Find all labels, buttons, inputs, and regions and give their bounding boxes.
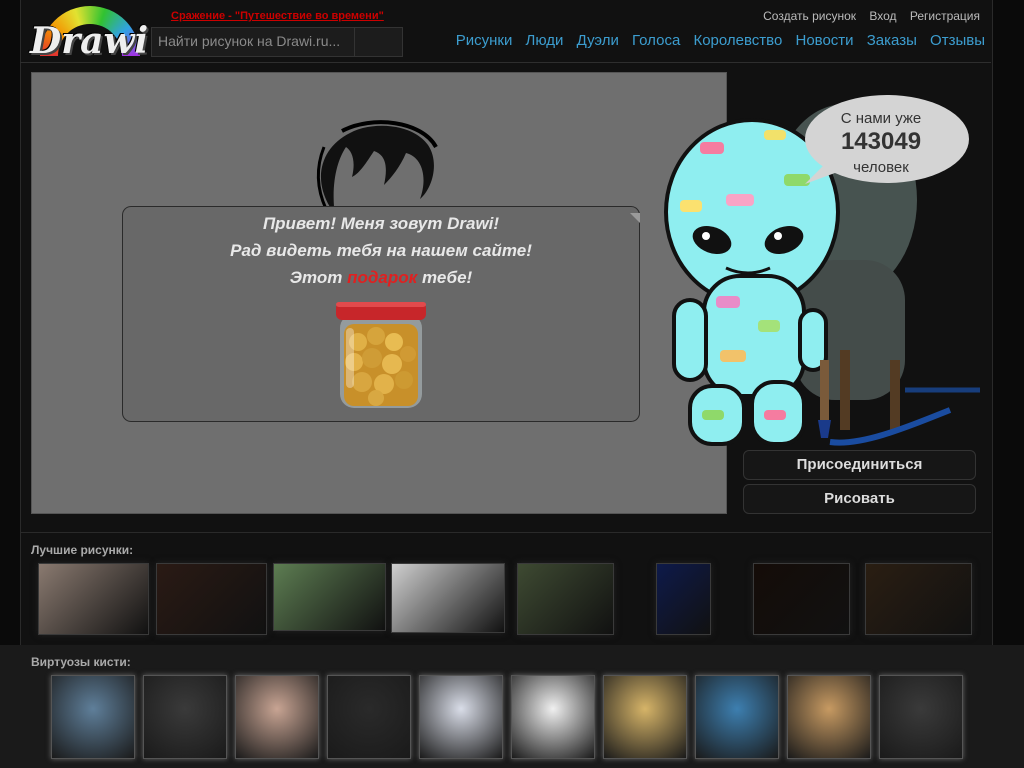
- virtuosos-title: Виртуозы кисти:: [31, 655, 131, 669]
- nav-kingdom[interactable]: Королевство: [693, 32, 782, 49]
- header-divider: [20, 62, 991, 63]
- best-drawing-girl-pencil-sketch[interactable]: [391, 563, 505, 633]
- user-count: 143049: [840, 128, 922, 155]
- coin-jar-icon[interactable]: [332, 298, 430, 414]
- virtuoso-avatar-blonde-girl[interactable]: [603, 675, 687, 759]
- best-drawing-gazebo-park[interactable]: [273, 563, 386, 631]
- virtuoso-avatar-bw-blonde[interactable]: [879, 675, 963, 759]
- best-drawings-title: Лучшие рисунки:: [31, 543, 134, 557]
- join-button[interactable]: Присоединиться: [743, 450, 976, 480]
- page: Drawi Сражение - "Путешествие во времени…: [0, 0, 1024, 768]
- virtuoso-avatar-anime-guy[interactable]: [143, 675, 227, 759]
- site-logo[interactable]: Drawi: [28, 6, 148, 62]
- counter-prefix: С нами уже: [840, 110, 922, 127]
- search-button[interactable]: [354, 28, 403, 56]
- drawing-stage: Привет! Меня зовут Drawi! Рад видеть теб…: [31, 72, 727, 514]
- best-drawing-forest-scene[interactable]: [517, 563, 614, 635]
- virtuoso-avatar-seaside-man[interactable]: [695, 675, 779, 759]
- nav-news[interactable]: Новости: [795, 32, 853, 49]
- search-box: [151, 27, 403, 57]
- logo-text: Drawi: [30, 20, 149, 62]
- virtuoso-avatar-flower-girl[interactable]: [787, 675, 871, 759]
- welcome-line-2: Рад видеть тебя на нашем сайте!: [230, 241, 532, 260]
- welcome-speech-bubble: Привет! Меня зовут Drawi! Рад видеть теб…: [122, 206, 640, 422]
- virtuoso-avatar-cosplay-girls[interactable]: [419, 675, 503, 759]
- promo-battle-link[interactable]: Сражение - "Путешествие во времени": [171, 10, 384, 22]
- virtuoso-avatar-man-in-hat[interactable]: [51, 675, 135, 759]
- register-link[interactable]: Регистрация: [910, 9, 980, 23]
- virtuoso-avatar-girl-with-dog[interactable]: [235, 675, 319, 759]
- nav-reviews[interactable]: Отзывы: [930, 32, 985, 49]
- welcome-line-1: Привет! Меня зовут Drawi!: [262, 214, 500, 233]
- draw-button[interactable]: Рисовать: [743, 484, 976, 514]
- section-divider: [20, 532, 991, 533]
- best-drawing-night-moon[interactable]: [656, 563, 711, 635]
- nav-people[interactable]: Люди: [526, 32, 564, 49]
- best-drawing-night-city[interactable]: [865, 563, 972, 635]
- hair-scribble-icon: [316, 120, 438, 210]
- gift-link[interactable]: подарок: [347, 268, 417, 287]
- main-nav: Рисунки Люди Дуэли Голоса Королевство Но…: [447, 32, 985, 49]
- nav-duels[interactable]: Дуэли: [577, 32, 619, 49]
- virtuoso-avatar-bw-girl[interactable]: [327, 675, 411, 759]
- best-drawing-fox[interactable]: [753, 563, 850, 635]
- login-link[interactable]: Вход: [869, 9, 896, 23]
- counter-suffix: человек: [853, 159, 909, 176]
- welcome-line-3: Этот подарок тебе!: [289, 268, 473, 287]
- best-drawing-paper-sketches[interactable]: [38, 563, 149, 635]
- virtuoso-avatar-cartoon-sketch[interactable]: [511, 675, 595, 759]
- search-input[interactable]: [152, 28, 364, 54]
- account-links: Создать рисунок Вход Регистрация: [753, 9, 980, 23]
- create-drawing-link[interactable]: Создать рисунок: [763, 9, 856, 23]
- nav-orders[interactable]: Заказы: [867, 32, 917, 49]
- best-drawing-spiderman-portrait[interactable]: [156, 563, 267, 635]
- nav-votes[interactable]: Голоса: [632, 32, 680, 49]
- nav-drawings[interactable]: Рисунки: [456, 32, 513, 49]
